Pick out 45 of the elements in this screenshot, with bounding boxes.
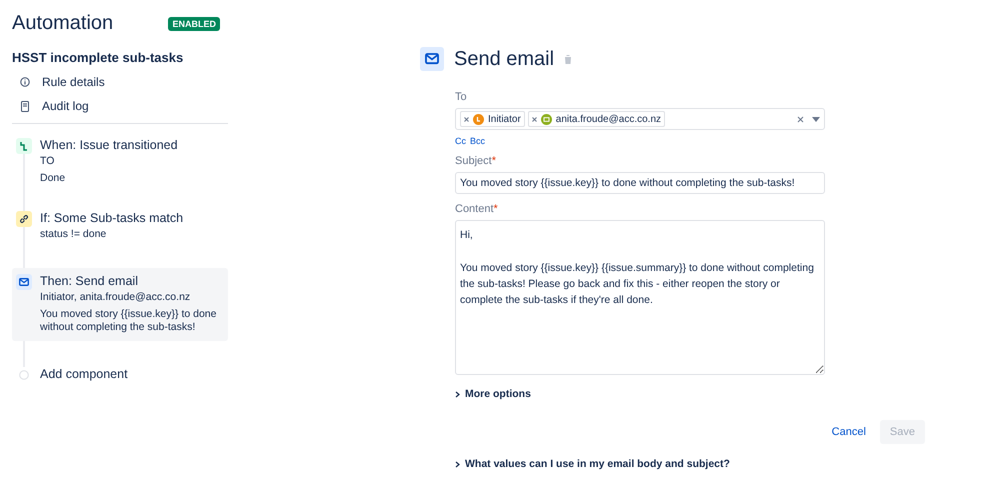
rule-component[interactable]: Add component	[12, 366, 228, 383]
sidebar-link[interactable]: Rule details	[20, 75, 228, 89]
page-title: Automation	[12, 12, 114, 35]
link-icon	[19, 214, 29, 224]
component-detail: status != done	[40, 228, 108, 242]
component-detail: TO	[40, 155, 56, 169]
field-label: To	[455, 91, 468, 103]
component-title: If: Some Sub-tasks match	[40, 211, 184, 226]
rule-component[interactable]: If: Some Sub-tasks match status != done	[12, 211, 228, 242]
envelope-icon	[425, 53, 439, 65]
help-toggle[interactable]: What values can I use in my email body and subject?	[455, 458, 730, 470]
more-options-toggle[interactable]: More options	[455, 388, 531, 400]
field-label: Subject*	[455, 155, 497, 167]
bcc-link[interactable]: Bcc	[470, 136, 486, 146]
cc-link[interactable]: Cc	[455, 136, 466, 146]
recipient-tag: Initiator	[460, 111, 525, 127]
document-icon	[20, 100, 30, 112]
component-title: Add component	[40, 366, 128, 381]
subject-field[interactable]: You moved story {{issue.key}} to done without completing the sub-tasks!	[455, 172, 825, 194]
remove-icon[interactable]	[464, 116, 469, 122]
sidebar-link[interactable]: Audit log	[20, 99, 228, 113]
content-field[interactable]: Hi, You moved story {{issue.key}} {{issue.summary}} to done without completing the sub-tasks! Please go back and fix this - either reopen the story or complete the sub-tasks if they're all done.	[455, 220, 825, 375]
component-detail: Done	[40, 172, 66, 186]
component-title: When: Issue transitioned	[40, 138, 178, 152]
clear-icon[interactable]	[797, 116, 804, 122]
recipient-tag: anita.froude@acc.co.nz	[528, 111, 666, 127]
status-badge: ENABLED	[168, 16, 220, 30]
dropdown-icon[interactable]	[812, 116, 820, 122]
chevron-icon	[455, 390, 460, 398]
envelope-icon	[19, 278, 29, 286]
component-title: Then: Send email	[40, 274, 139, 288]
chevron-icon	[455, 460, 460, 468]
circle-icon	[19, 370, 29, 380]
editor-title: Send email	[454, 48, 554, 70]
branch-icon	[19, 141, 29, 151]
cancel-button[interactable]: Cancel	[822, 420, 876, 444]
remove-icon[interactable]	[532, 116, 537, 122]
rule-component[interactable]: Then: Send email Initiator, anita.froude@acc.co.nz You moved story {{issue.key}} to done without completing the sub-tasks!	[12, 268, 228, 341]
component-detail: You moved story {{issue.key}} to done without completing the sub-tasks!	[40, 308, 218, 335]
rule-component[interactable]: When: Issue transitioned TO Done	[12, 138, 228, 186]
info-icon	[20, 77, 30, 87]
component-detail: Initiator, anita.froude@acc.co.nz	[40, 290, 192, 305]
field-label: Content*	[455, 203, 499, 215]
recipients-field[interactable]: Initiator anita.froude@acc.co.nz	[455, 108, 825, 130]
rule-name: HSST incomplete sub-tasks	[12, 50, 184, 65]
